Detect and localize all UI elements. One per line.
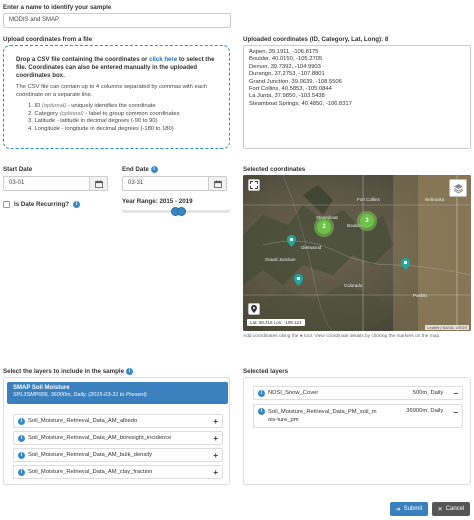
map-label-fort-collins: Fort Collins — [357, 197, 380, 202]
fullscreen-button[interactable] — [248, 179, 260, 191]
map-label-pueblo: Pueblo — [413, 293, 428, 298]
coord-line: Fort Collins, 40.5853, -105.0844 — [249, 86, 332, 93]
product-desc: SPL3SMP006, 36000m, Daily, (2015-03-31 t… — [13, 392, 147, 398]
map-label-glenwood: Glenwood — [301, 245, 322, 250]
sample-name-label: Enter a name to identify your sample — [3, 4, 112, 11]
recurring-label: Is Date Recurring? — [14, 201, 70, 208]
submit-button[interactable]: ➔ Submit — [390, 502, 428, 516]
end-date-input[interactable]: 03-31 — [122, 176, 209, 191]
recurring-row: Is Date Recurring? i — [3, 201, 81, 208]
fullscreen-icon — [250, 181, 258, 189]
info-icon[interactable]: i — [150, 166, 158, 173]
coord-line: Durango, 37.2753, -107.8801 — [249, 71, 325, 78]
layer-name: NDSI_Snow_Cover — [268, 390, 319, 396]
info-icon[interactable]: i — [18, 434, 25, 442]
info-icon[interactable]: i — [73, 201, 81, 208]
info-icon[interactable]: i — [18, 451, 25, 459]
upload-label: Upload coordinates from a file — [3, 36, 93, 43]
add-layer-icon[interactable]: + — [213, 417, 218, 426]
add-layer-icon[interactable]: + — [213, 468, 218, 477]
layers-label-wrap: Select the layers to include in the samp… — [3, 368, 133, 375]
map-marker-icon[interactable] — [294, 274, 303, 286]
layer-resolution: 36000m, Daily — [406, 408, 444, 414]
selected-layers-label: Selected layers — [243, 368, 289, 375]
coord-line: La Junta, 37.9850, -103.5438 — [249, 93, 325, 100]
uploaded-coords-textarea[interactable]: Aspen, 39.1911, -106.8175 Boulder, 40.01… — [243, 45, 471, 149]
column-list: 1. ID (optional) - uniquely identifies t… — [28, 103, 234, 133]
layers-control-button[interactable] — [449, 179, 467, 197]
column-item: 4. Longitude - longitude in decimal degr… — [28, 125, 174, 132]
coord-line: Denver, 39.7392, -104.9903 — [249, 63, 321, 70]
map-help-text: Add coordinates using the ● tool. View c… — [243, 334, 441, 339]
layers-icon — [453, 183, 463, 193]
end-date-label-wrap: End Date i — [122, 166, 158, 173]
info-icon[interactable]: i — [18, 417, 25, 425]
selected-layers-panel: i NDSI_Snow_Cover 500m, Daily − i Soil_M… — [243, 377, 471, 485]
click-here-link[interactable]: click here — [149, 56, 177, 63]
info-icon[interactable]: i — [258, 408, 265, 415]
selected-layer-row: i Soil_Moisture_Retrieval_Data_PM_soil_m… — [253, 404, 463, 428]
csv-description: The CSV file can contain up to 4 columns… — [16, 84, 208, 98]
column-item: 2. Category (optional) - label to group … — [28, 110, 180, 117]
layer-name: Soil_Moisture_Retrieval_Data_AM_clay_fra… — [28, 469, 153, 475]
add-coordinate-tool-button[interactable] — [248, 303, 260, 315]
coordinates-map[interactable]: Steamboat Fort Collins Boulder Glenwood … — [243, 175, 471, 331]
map-marker-icon[interactable] — [287, 235, 296, 247]
product-name: SMAP Soil Moisture — [13, 385, 70, 391]
end-date-label: End Date — [122, 166, 149, 174]
remove-layer-icon[interactable]: − — [453, 408, 458, 417]
layer-resolution: 500m, Daily — [412, 390, 444, 396]
remove-layer-icon[interactable]: − — [453, 389, 458, 398]
start-date-calendar-button[interactable] — [90, 176, 108, 191]
year-range-label: Year Range: 2015 - 2019 — [122, 198, 193, 205]
layer-row[interactable]: i Soil_Moisture_Retrieval_Data_AM_albedo… — [13, 414, 223, 428]
map-label-nebraska: Nebraska — [425, 197, 445, 202]
layers-panel: SMAP Soil Moisture SPL3SMP006, 36000m, D… — [3, 377, 230, 485]
layer-row[interactable]: i Soil_Moisture_Retrieval_Data_AM_boresi… — [13, 431, 223, 445]
drop-instructions: Drop a CSV file containing the coordinat… — [16, 56, 215, 79]
marker-cluster[interactable]: 2 — [314, 217, 334, 237]
selected-coords-label: Selected coordinates — [243, 166, 306, 173]
year-range-handle-end[interactable] — [177, 207, 186, 216]
selected-product[interactable]: SMAP Soil Moisture SPL3SMP006, 36000m, D… — [7, 382, 228, 404]
layer-row[interactable]: i Soil_Moisture_Retrieval_Data_AM_bulk_d… — [13, 448, 223, 462]
column-item: 3. Latitude - latitude in decimal degree… — [28, 118, 158, 125]
map-label-colorado: Colorado — [344, 283, 363, 288]
coord-line: Boulder, 40.0150, -105.2705 — [249, 56, 323, 63]
layer-row[interactable]: i Soil_Moisture_Retrieval_Data_AM_clay_f… — [13, 465, 223, 479]
map-attribution: Leaflet | NASA, USGS — [425, 325, 469, 330]
start-date-input[interactable]: 03-01 — [3, 176, 90, 191]
marker-cluster[interactable]: 3 — [357, 211, 377, 231]
coord-line: Steamboat Springs, 40.4850, -106.8317 — [249, 100, 352, 107]
close-icon: ✕ — [437, 506, 443, 513]
layers-label: Select the layers to include in the samp… — [3, 368, 125, 376]
layer-name: Soil_Moisture_Retrieval_Data_AM_boresigh… — [28, 435, 172, 441]
layer-name: Soil_Moisture_Retrieval_Data_AM_albedo — [28, 418, 138, 424]
cursor-coordinates: Lat: 38.416 Lon: -108.121 — [247, 319, 305, 326]
selected-layer-row: i NDSI_Snow_Cover 500m, Daily − — [253, 386, 463, 400]
info-icon[interactable]: i — [18, 468, 25, 476]
start-date-label: Start Date — [3, 166, 33, 173]
map-label-junction: Grand Junction — [265, 257, 296, 262]
map-marker-icon[interactable] — [401, 258, 410, 270]
layer-name: Soil_Moisture_Retrieval_Data_AM_bulk_den… — [28, 452, 153, 458]
add-layer-icon[interactable]: + — [213, 451, 218, 460]
layer-name: Soil_Moisture_Retrieval_Data_PM_soil_moi… — [268, 409, 377, 423]
column-item: 1. ID (optional) - uniquely identifies t… — [28, 103, 156, 109]
coord-line: Grand Junction, 39.0639, -108.5506 — [249, 78, 342, 85]
calendar-icon — [213, 179, 222, 188]
end-date-calendar-button[interactable] — [209, 176, 227, 191]
add-layer-icon[interactable]: + — [213, 434, 218, 443]
recurring-checkbox[interactable] — [3, 201, 10, 208]
submit-arrow-icon: ➔ — [395, 506, 401, 513]
uploaded-coords-label: Uploaded coordinates (ID, Category, Lat,… — [243, 36, 389, 43]
sample-name-input[interactable]: MODIS and SMAP — [3, 13, 231, 28]
info-icon[interactable]: i — [258, 389, 265, 397]
calendar-icon — [94, 179, 103, 188]
info-icon[interactable]: i — [125, 368, 133, 375]
file-drop-zone[interactable]: Drop a CSV file containing the coordinat… — [3, 45, 230, 149]
map-pin-icon — [251, 305, 257, 313]
cancel-button[interactable]: ✕ Cancel — [432, 502, 470, 516]
coord-line: Aspen, 39.1911, -106.8175 — [249, 49, 319, 55]
